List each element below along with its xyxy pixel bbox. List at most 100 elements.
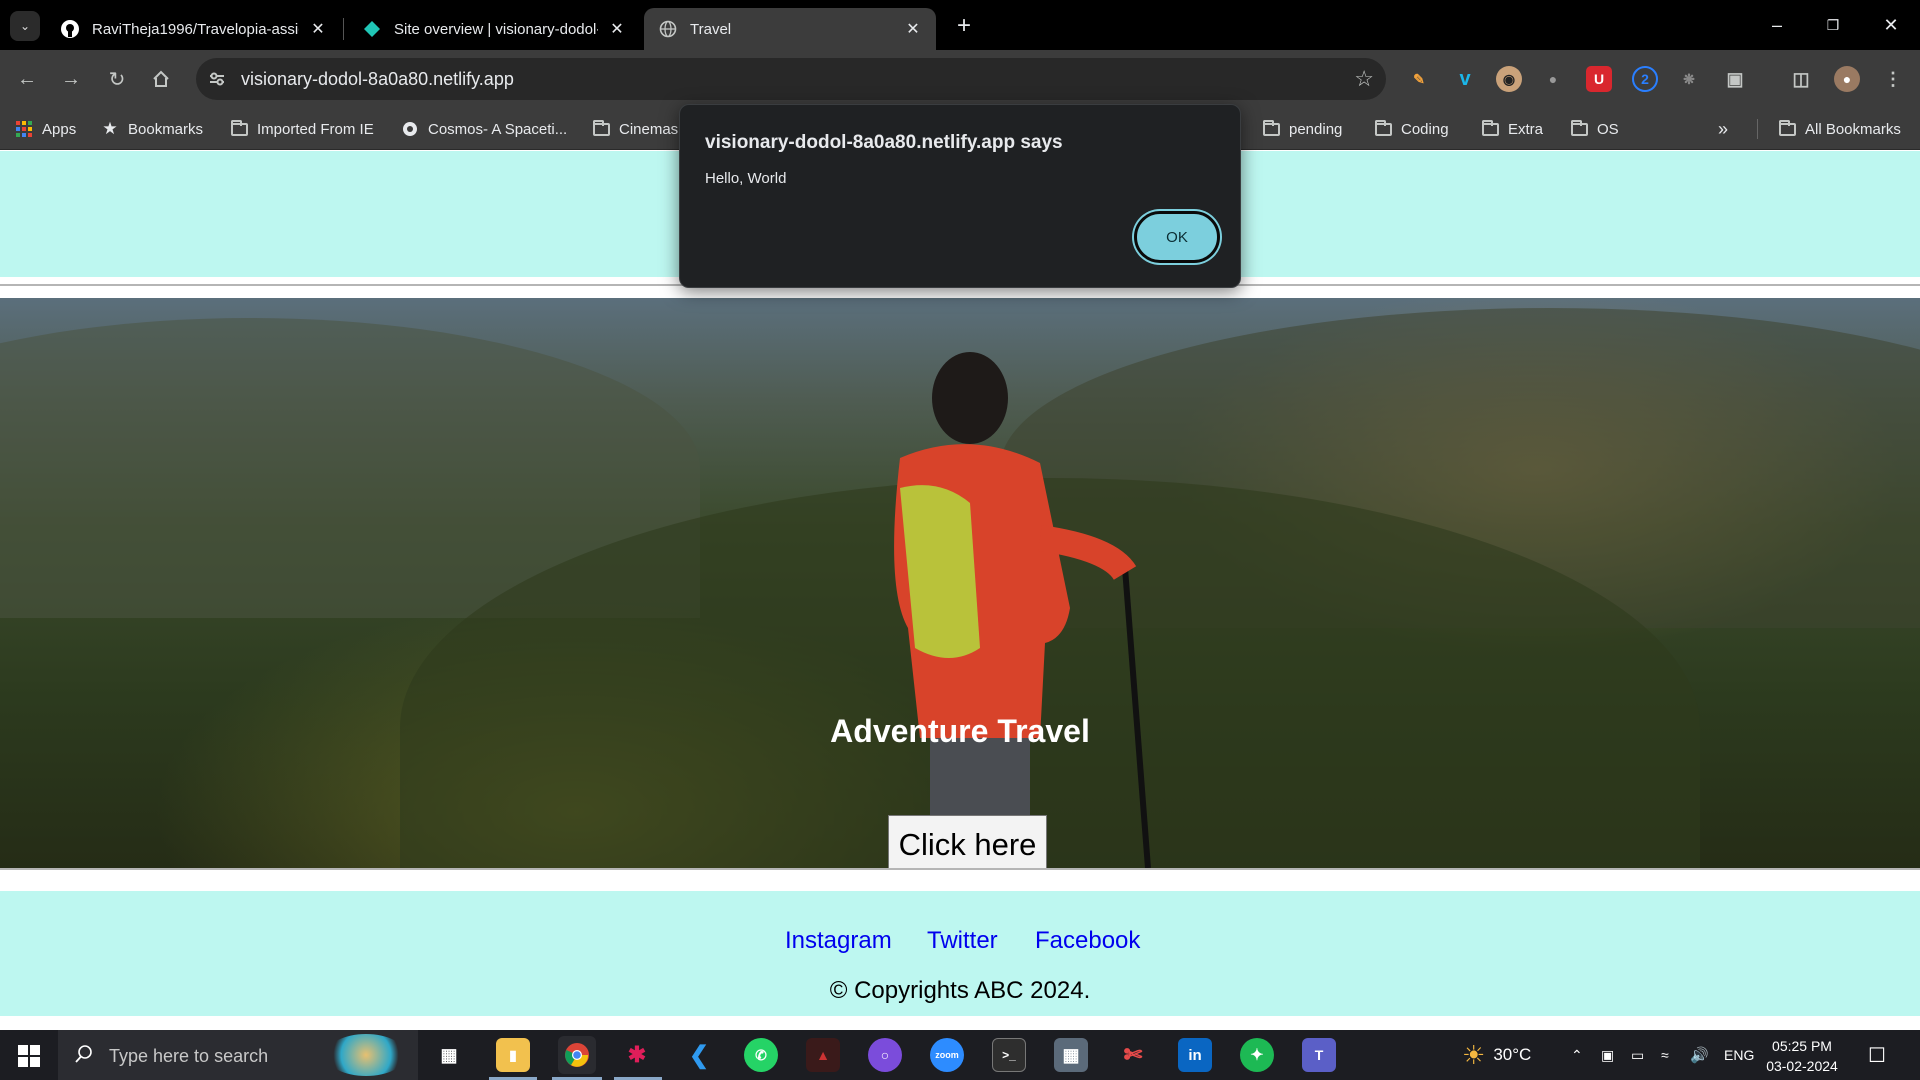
tab-strip: ⌄ RaviTheja1996/Travelopia-assig ✕ Site … xyxy=(0,0,1920,50)
snipping-tool-icon[interactable]: ✄ xyxy=(1116,1038,1150,1072)
browser-toolbar: ← → ↻ visionary-dodol-8a0a80.netlify.app… xyxy=(0,50,1920,108)
meet-now-icon[interactable]: ▣ xyxy=(1601,1030,1614,1080)
folder-icon xyxy=(592,119,610,137)
notifications-icon[interactable]: ☐ xyxy=(1868,1030,1886,1080)
clock-date: 03-02-2024 xyxy=(1766,1058,1838,1074)
bookmark-all-bookmarks[interactable]: All Bookmarks xyxy=(1778,117,1901,141)
reload-icon[interactable]: ↻ xyxy=(102,64,132,94)
dialog-message: Hello, World xyxy=(705,170,787,187)
bookmark-imported-from-ie[interactable]: Imported From IE xyxy=(230,117,374,141)
wifi-icon[interactable]: ≈ xyxy=(1661,1030,1669,1080)
back-icon[interactable]: ← xyxy=(12,64,42,94)
search-placeholder: Type here to search xyxy=(109,1046,269,1066)
dialog-ok-button[interactable]: OK xyxy=(1134,211,1220,263)
more-bookmarks-chevron-icon[interactable]: » xyxy=(1718,117,1728,141)
pen-extension-icon[interactable]: ✎ xyxy=(1406,66,1432,92)
whatsapp-icon[interactable]: ✆ xyxy=(744,1038,778,1072)
teams-icon[interactable]: T xyxy=(1302,1038,1336,1072)
bookmark-cosmos[interactable]: Cosmos- A Spaceti... xyxy=(401,117,567,141)
volume-icon[interactable]: 🔊 xyxy=(1690,1030,1709,1080)
bookmark-bookmarks[interactable]: ★ Bookmarks xyxy=(101,117,203,141)
minimize-icon[interactable]: – xyxy=(1754,8,1800,42)
slack-icon[interactable]: ✱ xyxy=(620,1038,654,1072)
tab-travel[interactable]: Travel ✕ xyxy=(644,8,936,50)
battery-icon[interactable]: ▭ xyxy=(1631,1030,1644,1080)
linkedin-icon[interactable]: in xyxy=(1178,1038,1212,1072)
bookmark-extra[interactable]: Extra xyxy=(1481,117,1543,141)
tab-github[interactable]: RaviTheja1996/Travelopia-assig ✕ xyxy=(46,8,341,50)
tab-search-chevron-icon[interactable]: ⌄ xyxy=(10,11,40,41)
ublock-extension-icon[interactable]: U xyxy=(1586,66,1612,92)
bookmark-label: Coding xyxy=(1401,120,1449,138)
calculator-icon[interactable]: ▦ xyxy=(1054,1038,1088,1072)
folder-icon xyxy=(1374,119,1392,137)
circle-app-icon[interactable]: ○ xyxy=(868,1038,902,1072)
tab-separator xyxy=(343,18,344,40)
bookmark-label: Apps xyxy=(42,120,77,138)
task-view-icon[interactable]: ▦ xyxy=(432,1038,466,1072)
zoom-icon[interactable]: zoom xyxy=(930,1038,964,1072)
netlify-icon xyxy=(362,19,382,39)
windows-start-icon[interactable] xyxy=(18,1045,40,1067)
tab-netlify[interactable]: Site overview | visionary-dodol- ✕ xyxy=(348,8,640,50)
close-tab-icon[interactable]: ✕ xyxy=(608,20,626,38)
bookmark-label: Cosmos- A Spaceti... xyxy=(428,120,568,138)
restore-icon[interactable]: ❐ xyxy=(1810,8,1856,42)
footer-divider xyxy=(0,868,1920,870)
hiker-image xyxy=(894,352,1151,869)
chrome-icon[interactable] xyxy=(558,1036,596,1074)
language-indicator[interactable]: ENG xyxy=(1724,1030,1754,1080)
new-tab-icon[interactable]: + xyxy=(950,12,978,40)
windows-taskbar: Type here to search ▦ ▮ ✱ ❮ ✆ ▲ ○ zoom >… xyxy=(0,1030,1920,1080)
twitter-link[interactable]: Twitter xyxy=(927,927,998,955)
extensions-puzzle-icon[interactable]: ▣ xyxy=(1722,66,1748,92)
bookmark-label: Cinemas xyxy=(619,120,679,138)
folder-icon xyxy=(230,119,248,137)
forward-icon[interactable]: → xyxy=(56,64,86,94)
address-bar[interactable]: visionary-dodol-8a0a80.netlify.app ☆ xyxy=(196,58,1386,100)
bookmark-apps[interactable]: Apps xyxy=(15,117,76,141)
show-hidden-icons-chevron-icon[interactable]: ⌃ xyxy=(1571,1030,1583,1080)
vimeo-extension-icon[interactable]: v xyxy=(1452,66,1478,92)
green-app-icon[interactable]: ✦ xyxy=(1240,1038,1274,1072)
folder-icon xyxy=(1570,119,1588,137)
bookmarks-divider xyxy=(1757,119,1758,139)
search-highlight-image xyxy=(326,1034,406,1076)
click-here-button[interactable]: Click here xyxy=(888,815,1047,869)
tab-title: RaviTheja1996/Travelopia-assig xyxy=(92,20,299,38)
bookmark-pending[interactable]: pending xyxy=(1262,117,1342,141)
side-panel-icon[interactable]: ◫ xyxy=(1788,66,1814,92)
owl-extension-icon[interactable]: ◉ xyxy=(1496,66,1522,92)
close-tab-icon[interactable]: ✕ xyxy=(309,20,327,38)
terminal-icon[interactable]: >_ xyxy=(992,1038,1026,1072)
home-icon[interactable] xyxy=(146,64,176,94)
acer-predator-icon[interactable]: ▲ xyxy=(806,1038,840,1072)
weather-widget[interactable]: ☀ 30°C xyxy=(1462,1030,1531,1080)
alert-dialog: visionary-dodol-8a0a80.netlify.app says … xyxy=(679,104,1241,288)
facebook-link[interactable]: Facebook xyxy=(1035,927,1140,955)
taskbar-search-box[interactable]: Type here to search xyxy=(58,1030,418,1080)
bookmark-star-icon[interactable]: ☆ xyxy=(1354,66,1374,92)
bookmark-label: Bookmarks xyxy=(128,120,204,138)
menu-kebab-icon[interactable]: ⋮ xyxy=(1880,66,1906,92)
close-tab-icon[interactable]: ✕ xyxy=(904,20,922,38)
bookmark-cinemas[interactable]: Cinemas xyxy=(592,117,678,141)
profile-avatar[interactable]: ● xyxy=(1834,66,1860,92)
taskbar-clock[interactable]: 05:25 PM 03-02-2024 xyxy=(1752,1036,1852,1076)
keeper-extension-icon[interactable]: 2 xyxy=(1632,66,1658,92)
bookmark-os[interactable]: OS xyxy=(1570,117,1619,141)
ghost-extension-icon[interactable]: ● xyxy=(1540,66,1566,92)
instagram-link[interactable]: Instagram xyxy=(785,927,892,955)
vscode-icon[interactable]: ❮ xyxy=(682,1038,716,1072)
bug-extension-icon[interactable]: ❋ xyxy=(1676,66,1702,92)
site-settings-icon[interactable] xyxy=(206,68,228,90)
dialog-title: visionary-dodol-8a0a80.netlify.app says xyxy=(705,132,1063,153)
bookmark-label: Extra xyxy=(1508,120,1544,138)
hero-title: Adventure Travel xyxy=(830,713,1090,749)
bookmark-coding[interactable]: Coding xyxy=(1374,117,1449,141)
globe-icon xyxy=(658,19,678,39)
close-window-icon[interactable]: ✕ xyxy=(1868,8,1914,42)
url-text: visionary-dodol-8a0a80.netlify.app xyxy=(241,69,514,89)
file-explorer-icon[interactable]: ▮ xyxy=(496,1038,530,1072)
bookmark-label: All Bookmarks xyxy=(1805,120,1901,138)
